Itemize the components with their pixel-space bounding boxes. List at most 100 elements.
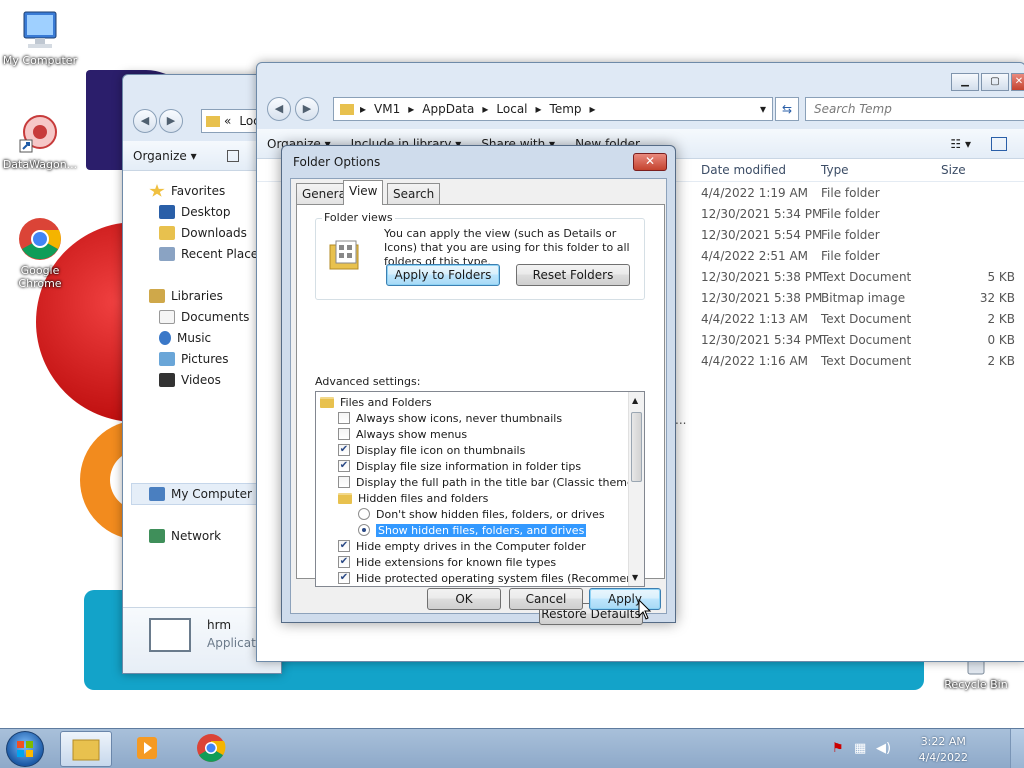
desktop-icon-datawagon[interactable]: DataWagon... [0, 112, 80, 171]
nav-documents[interactable]: Documents [159, 307, 249, 327]
clock[interactable]: 3:22 AM 4/4/2022 [919, 734, 968, 766]
scroll-thumb[interactable] [631, 412, 642, 482]
advanced-setting-item[interactable]: Hidden files and folders [338, 490, 488, 506]
taskbar-media-player[interactable] [122, 731, 174, 767]
scroll-up-icon[interactable]: ▲ [632, 396, 638, 405]
breadcrumb-arrow-icon: ▸ [482, 102, 489, 116]
reset-folders-button[interactable]: Reset Folders [516, 264, 630, 286]
music-icon [159, 331, 171, 345]
checkbox[interactable]: ✔ [338, 460, 350, 472]
desktop-icon [159, 205, 175, 219]
nav-desktop[interactable]: Desktop [159, 202, 231, 222]
nav-label: Desktop [181, 205, 231, 219]
advanced-setting-item[interactable]: Don't show hidden files, folders, or dri… [358, 506, 605, 522]
breadcrumb-temp[interactable]: Temp [550, 102, 582, 116]
checkbox[interactable]: ✔ [338, 444, 350, 456]
setting-label: Don't show hidden files, folders, or dri… [376, 507, 605, 521]
forward-button[interactable]: ▶ [159, 109, 183, 133]
advanced-setting-item[interactable]: ✔ Hide protected operating system files (… [338, 570, 644, 586]
preview-pane-icon[interactable] [991, 136, 1007, 151]
nav-favorites[interactable]: Favorites [149, 181, 225, 201]
checkbox[interactable] [338, 412, 350, 424]
advanced-setting-item[interactable]: ✔ Display file size information in folder… [338, 458, 581, 474]
cell-date: 12/30/2021 5:54 PM [701, 228, 823, 242]
advanced-setting-item[interactable]: Display the full path in the title bar (… [338, 474, 644, 490]
back-button[interactable]: ◀ [267, 97, 291, 121]
nav-my-computer[interactable]: My Computer [149, 484, 252, 504]
nav-label: Favorites [171, 184, 226, 198]
column-type[interactable]: Type [821, 159, 849, 181]
computer-icon [23, 11, 57, 48]
nav-downloads[interactable]: Downloads [159, 223, 247, 243]
checkbox[interactable] [338, 476, 350, 488]
address-dropdown-icon[interactable]: ▾ [760, 102, 766, 116]
radio-button[interactable] [358, 508, 370, 520]
views-icon[interactable]: ☷ ▾ [950, 137, 971, 151]
network-icon [149, 529, 165, 543]
minimize-button[interactable]: ▁ [951, 73, 979, 91]
cancel-button[interactable]: Cancel [509, 588, 583, 610]
scrollbar[interactable]: ▲ ▼ [628, 392, 644, 586]
close-button[interactable]: ✕ [1011, 73, 1024, 91]
breadcrumb-vm1[interactable]: VM1 [374, 102, 400, 116]
cell-date: 12/30/2021 5:34 PM [701, 207, 823, 221]
advanced-setting-item[interactable]: Always show menus [338, 426, 467, 442]
network-status-icon[interactable]: ▦ [854, 741, 866, 756]
advanced-setting-item[interactable]: Show hidden files, folders, and drives [358, 522, 587, 538]
clock-date: 4/4/2022 [918, 751, 968, 764]
taskbar-explorer[interactable] [60, 731, 112, 767]
tab-search[interactable]: Search [387, 183, 441, 204]
column-size[interactable]: Size [941, 159, 966, 181]
nav-network[interactable]: Network [149, 526, 221, 546]
breadcrumb-appdata[interactable]: AppData [422, 102, 474, 116]
nav-videos[interactable]: Videos [159, 370, 221, 390]
advanced-setting-item[interactable]: ✔ Hide empty drives in the Computer folde… [338, 538, 586, 554]
close-button[interactable]: ✕ [633, 153, 667, 171]
advanced-setting-item[interactable]: Files and Folders [320, 394, 432, 410]
ok-button[interactable]: OK [427, 588, 501, 610]
column-date-modified[interactable]: Date modified [701, 159, 786, 181]
advanced-setting-item[interactable]: Always show icons, never thumbnails [338, 410, 562, 426]
start-button[interactable] [6, 731, 44, 767]
address-bar[interactable]: ▸ VM1 ▸ AppData ▸ Local ▸ Temp ▸ ▾ [333, 97, 773, 121]
action-center-icon[interactable]: ⚑ [832, 741, 844, 756]
organize-menu[interactable]: Organize ▾ [133, 149, 197, 163]
view-icon[interactable] [226, 149, 239, 162]
nav-pictures[interactable]: Pictures [159, 349, 229, 369]
scroll-down-icon[interactable]: ▼ [632, 573, 638, 582]
truncation-ellipsis: ... [675, 413, 687, 427]
apply-to-folders-button[interactable]: Apply to Folders [386, 264, 500, 286]
checkbox[interactable] [338, 428, 350, 440]
tab-view[interactable]: View [343, 180, 384, 205]
search-input[interactable]: Search Temp [805, 97, 1024, 121]
computer-icon [149, 487, 165, 501]
advanced-setting-item[interactable]: ✔ Display file icon on thumbnails [338, 442, 525, 458]
setting-label: Always show icons, never thumbnails [356, 411, 563, 425]
nav-label: Recent Places [181, 247, 265, 261]
show-desktop-button[interactable] [1010, 729, 1024, 768]
refresh-icon[interactable]: ⇆ [775, 97, 799, 121]
volume-icon[interactable]: ◀) [876, 741, 891, 756]
breadcrumb-local[interactable]: Local [496, 102, 527, 116]
advanced-setting-item[interactable]: ✔ Hide extensions for known file types [338, 554, 556, 570]
checkbox[interactable]: ✔ [338, 540, 350, 552]
maximize-button[interactable]: ▢ [981, 73, 1009, 91]
cell-type: Bitmap image [821, 291, 906, 305]
forward-button[interactable]: ▶ [295, 97, 319, 121]
pictures-icon [159, 352, 175, 366]
taskbar-chrome[interactable] [186, 731, 238, 767]
desktop-icon-label: DataWagon... [2, 158, 78, 171]
nav-libraries[interactable]: Libraries [149, 286, 223, 306]
nav-recent[interactable]: Recent Places [159, 244, 264, 264]
desktop-icon-chrome[interactable]: Google Chrome [0, 216, 80, 290]
advanced-settings-list[interactable]: Files and Folders Always show icons, neve… [315, 391, 645, 587]
nav-music[interactable]: Music [159, 328, 211, 348]
radio-button[interactable] [358, 524, 370, 536]
checkbox[interactable]: ✔ [338, 572, 350, 584]
media-player-icon [137, 737, 157, 759]
checkbox[interactable]: ✔ [338, 556, 350, 568]
folder-views-description: You can apply the view (such as Details … [384, 227, 630, 268]
folder-options-dialog[interactable]: Folder Options ✕ General View Search Fol… [281, 145, 676, 625]
desktop-icon-my-computer[interactable]: My Computer [0, 8, 80, 67]
back-button[interactable]: ◀ [133, 109, 157, 133]
